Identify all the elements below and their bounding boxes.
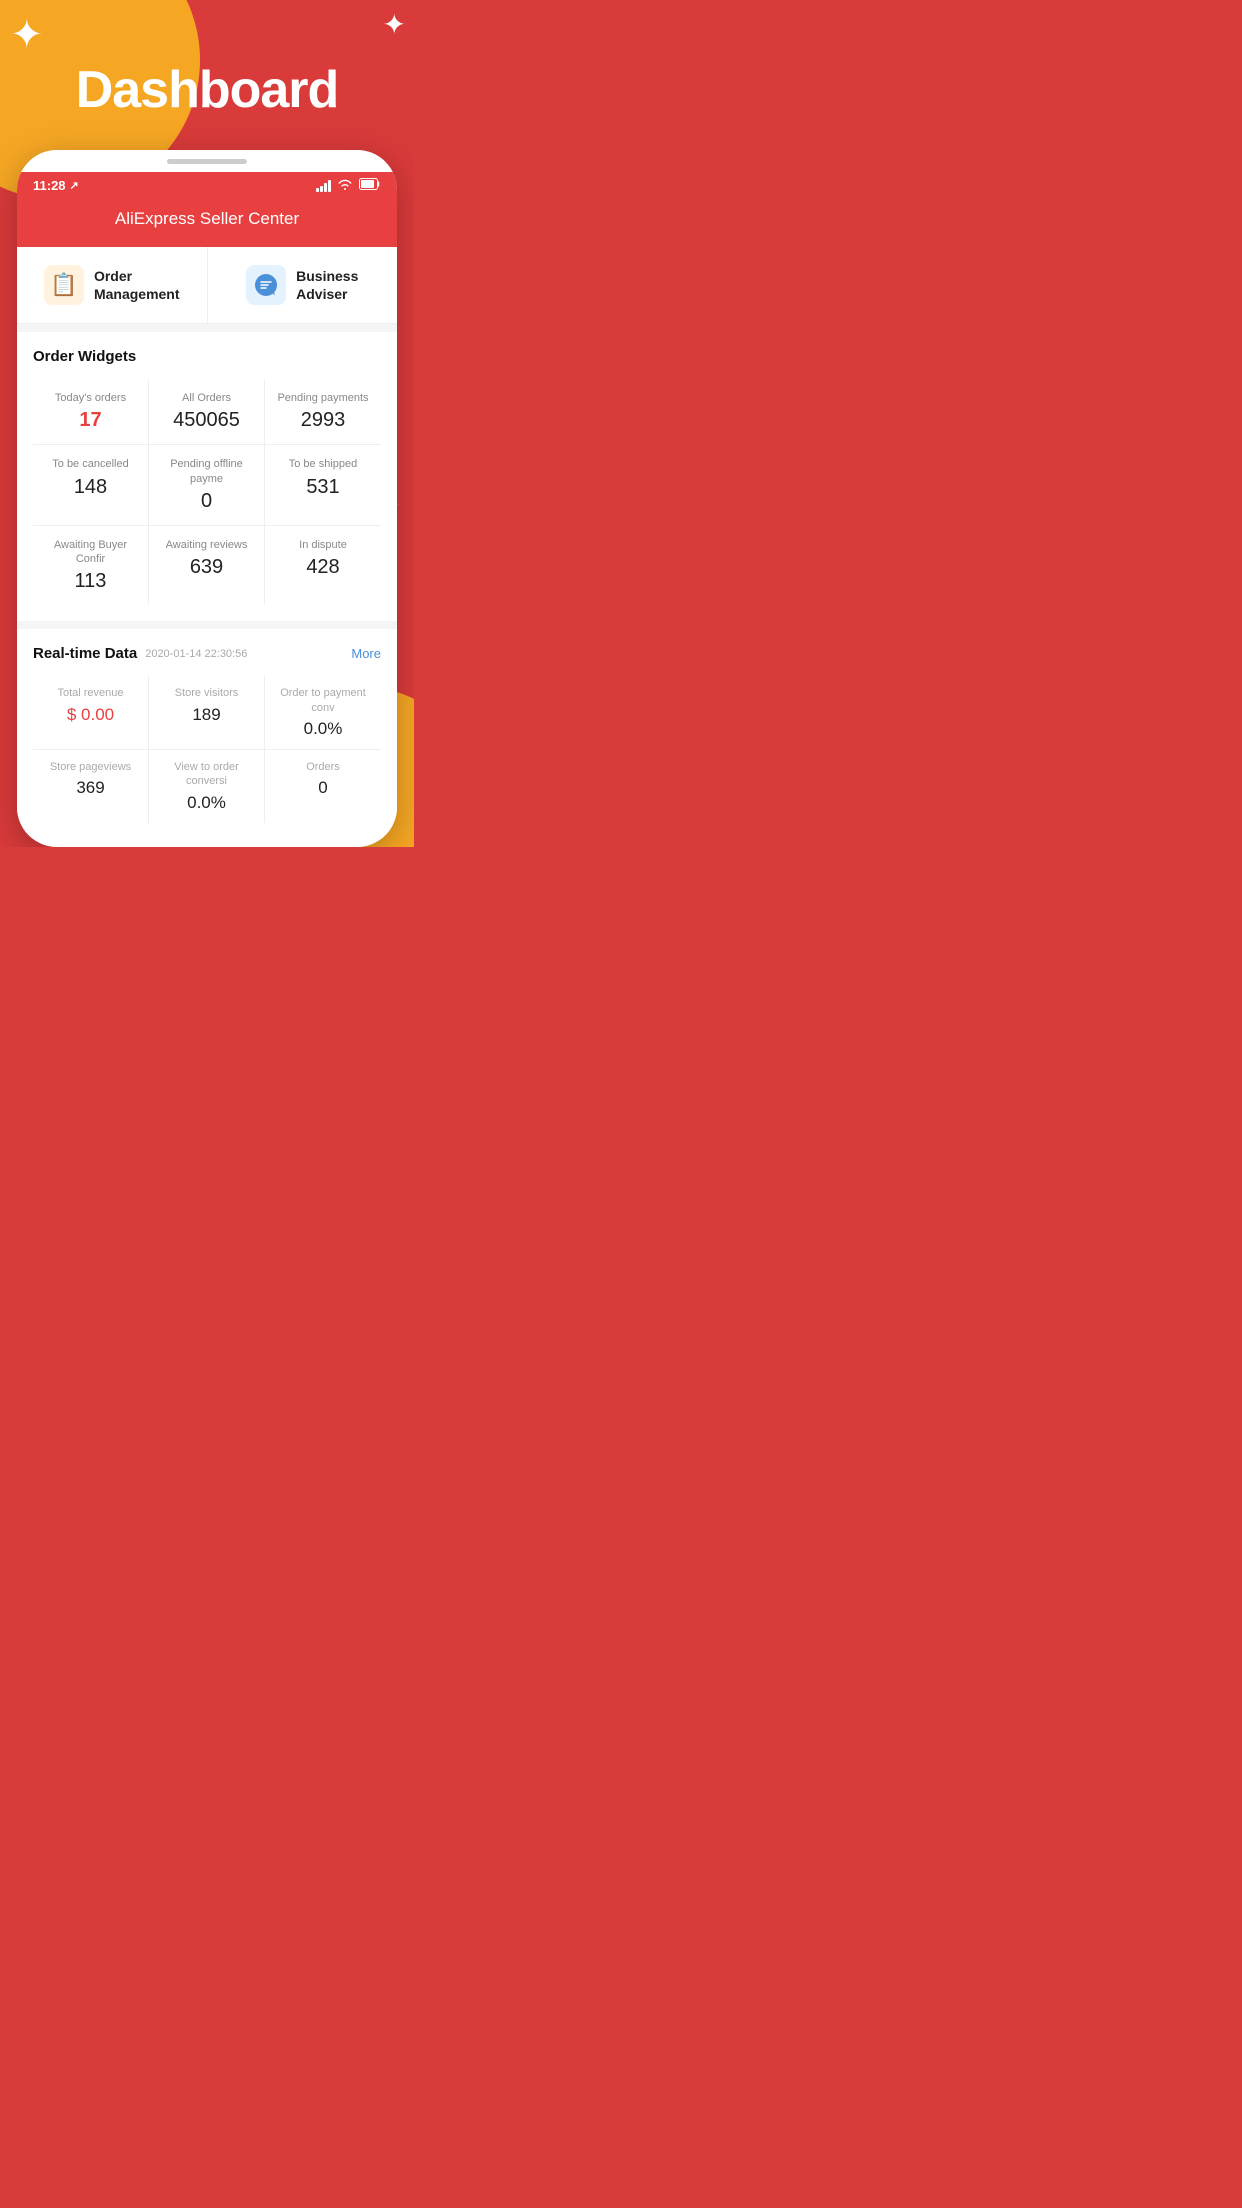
- realtime-timestamp: 2020-01-14 22:30:56: [145, 648, 247, 660]
- battery-icon: [359, 178, 381, 193]
- widget-label-2: Pending payments: [273, 391, 373, 405]
- data-label-0: Total revenue: [39, 686, 142, 700]
- data-value-0: $ 0.00: [39, 705, 142, 725]
- app-header: AliExpress Seller Center: [17, 199, 397, 247]
- widget-label-1: All Orders: [157, 391, 256, 405]
- order-widgets-section: Order Widgets Today's orders 17 All Orde…: [17, 332, 397, 621]
- data-value-5: 0: [271, 778, 375, 798]
- widget-value-5: 531: [273, 476, 373, 499]
- time-display: 11:28: [33, 178, 66, 193]
- widget-value-1: 450065: [157, 409, 256, 432]
- realtime-more-button[interactable]: More: [351, 646, 381, 661]
- data-cell-2[interactable]: Order to payment conv 0.0%: [265, 676, 381, 750]
- widget-value-7: 639: [157, 556, 256, 579]
- widget-label-4: Pending offline payme: [157, 457, 256, 486]
- widget-label-7: Awaiting reviews: [157, 538, 256, 552]
- data-label-3: Store pageviews: [39, 760, 142, 774]
- widget-value-3: 148: [41, 476, 140, 499]
- widget-label-0: Today's orders: [41, 391, 140, 405]
- status-time: 11:28 ↗: [33, 178, 79, 193]
- business-adviser-icon: [246, 265, 286, 305]
- status-bar: 11:28 ↗: [17, 172, 397, 199]
- data-cell-4[interactable]: View to order conversi 0.0%: [149, 750, 265, 823]
- data-cell-0[interactable]: Total revenue $ 0.00: [33, 676, 149, 750]
- page-title: Dashboard: [0, 0, 414, 150]
- business-adviser-label: BusinessAdviser: [296, 267, 358, 303]
- widget-label-8: In dispute: [273, 538, 373, 552]
- widget-label-6: Awaiting Buyer Confir: [41, 538, 140, 567]
- app-title: AliExpress Seller Center: [115, 209, 299, 228]
- wifi-icon: [337, 178, 353, 193]
- data-value-3: 369: [39, 778, 142, 798]
- realtime-section: Real-time Data 2020-01-14 22:30:56 More …: [17, 629, 397, 838]
- widget-cell-0[interactable]: Today's orders 17: [33, 379, 149, 445]
- widget-value-8: 428: [273, 556, 373, 579]
- data-label-2: Order to payment conv: [271, 686, 375, 715]
- widget-cell-2[interactable]: Pending payments 2993: [265, 379, 381, 445]
- data-label-5: Orders: [271, 760, 375, 774]
- data-value-2: 0.0%: [271, 719, 375, 739]
- data-cell-1[interactable]: Store visitors 189: [149, 676, 265, 750]
- signal-icon: [316, 180, 331, 192]
- widget-cell-8[interactable]: In dispute 428: [265, 526, 381, 606]
- quick-actions-row: 📋 OrderManagement BusinessAdviser: [17, 247, 397, 324]
- phone-notch: [17, 150, 397, 172]
- widget-value-6: 113: [41, 570, 140, 593]
- widget-cell-1[interactable]: All Orders 450065: [149, 379, 265, 445]
- widget-label-3: To be cancelled: [41, 457, 140, 471]
- location-icon: ↗: [70, 179, 79, 192]
- widget-cell-4[interactable]: Pending offline payme 0: [149, 445, 265, 526]
- data-cell-5[interactable]: Orders 0: [265, 750, 381, 823]
- data-cell-3[interactable]: Store pageviews 369: [33, 750, 149, 823]
- widget-value-2: 2993: [273, 409, 373, 432]
- order-widgets-grid: Today's orders 17 All Orders 450065 Pend…: [33, 379, 381, 605]
- data-label-4: View to order conversi: [155, 760, 258, 789]
- status-icons: [316, 178, 381, 193]
- background: ✦ ✦ ✦ Dashboard 11:28 ↗: [0, 0, 414, 847]
- order-management-button[interactable]: 📋 OrderManagement: [17, 247, 208, 323]
- data-value-4: 0.0%: [155, 793, 258, 813]
- widget-cell-7[interactable]: Awaiting reviews 639: [149, 526, 265, 606]
- widget-cell-6[interactable]: Awaiting Buyer Confir 113: [33, 526, 149, 606]
- widget-label-5: To be shipped: [273, 457, 373, 471]
- phone-mockup: 11:28 ↗: [17, 150, 397, 847]
- data-value-1: 189: [155, 705, 258, 725]
- order-management-label: OrderManagement: [94, 267, 180, 303]
- order-widgets-title: Order Widgets: [33, 348, 381, 365]
- realtime-title: Real-time Data: [33, 645, 137, 662]
- data-label-1: Store visitors: [155, 686, 258, 700]
- notch-bar: [167, 159, 247, 164]
- business-adviser-button[interactable]: BusinessAdviser: [208, 247, 398, 323]
- realtime-data-grid: Total revenue $ 0.00 Store visitors 189 …: [33, 676, 381, 822]
- content-area: 📋 OrderManagement BusinessAdviser: [17, 247, 397, 839]
- widget-value-0: 17: [41, 409, 140, 432]
- widget-value-4: 0: [157, 490, 256, 513]
- order-management-icon: 📋: [44, 265, 84, 305]
- realtime-header: Real-time Data 2020-01-14 22:30:56 More: [33, 645, 381, 662]
- widget-cell-5[interactable]: To be shipped 531: [265, 445, 381, 526]
- widget-cell-3[interactable]: To be cancelled 148: [33, 445, 149, 526]
